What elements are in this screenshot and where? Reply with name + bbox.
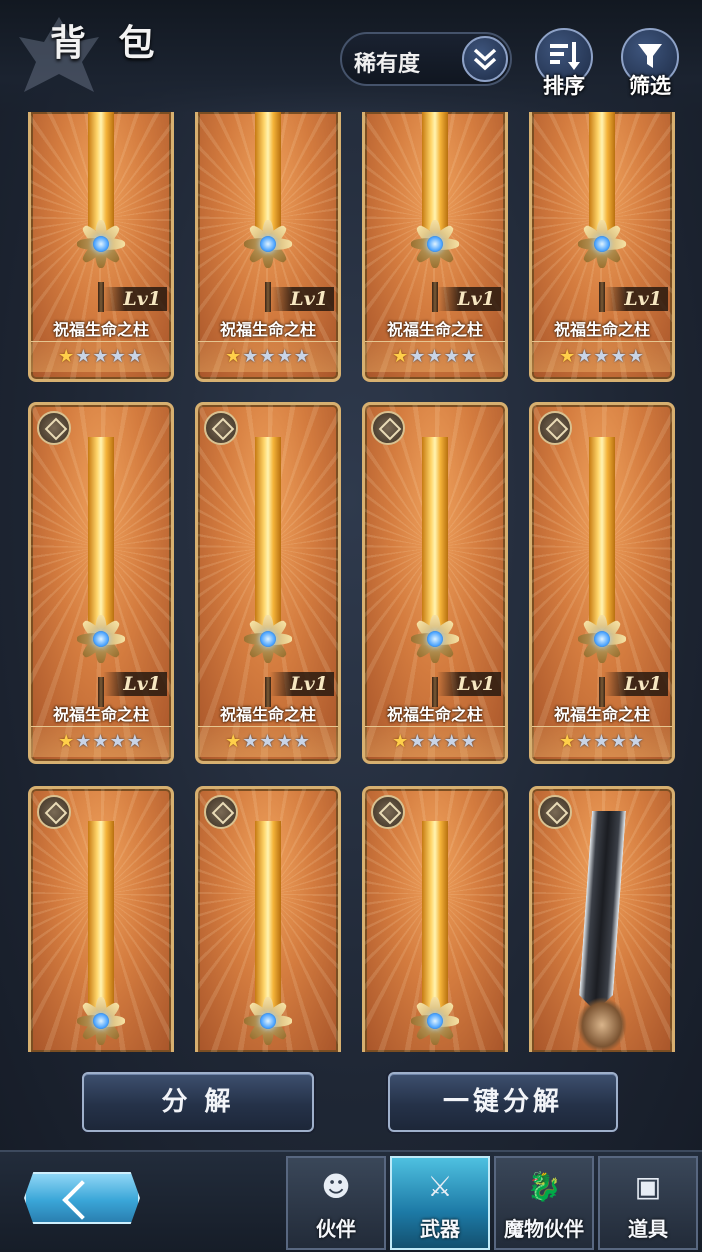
sword-hilt [226,202,310,286]
monster-icon: 🐉 [526,1170,562,1203]
weapon-type-icon [204,411,238,445]
sword-hilt [226,597,310,681]
weapon-card[interactable]: Lv1 祝福生命之柱 ★★★★★ [529,402,675,764]
weapon-card[interactable] [195,786,341,1052]
tab-label: 道具 [628,1217,668,1241]
partner-icon: ☻ [321,1170,351,1203]
weapon-type-icon [538,795,572,829]
weapon-card[interactable] [529,786,675,1052]
weapon-type-icon [371,411,405,445]
tab-label: 伙伴 [316,1217,356,1241]
inventory-grid[interactable]: Lv1 祝福生命之柱 ★★★★★ Lv1 祝福生命之柱 ★★★★★ Lv1 祝福… [0,112,702,1054]
star-rating: ★★★★★ [532,341,672,372]
weapon-name: 祝福生命之柱 [386,320,483,339]
weapon-card[interactable]: Lv1 祝福生命之柱 ★★★★★ [195,112,341,382]
weapon-name: 祝福生命之柱 [52,320,149,339]
weapon-type-icon [371,795,405,829]
level-label: Lv1 [103,287,167,311]
tab-weapon[interactable]: ⚔ 武器 [390,1156,490,1250]
decompose-all-button[interactable]: 一键分解 [388,1072,618,1132]
star-rating: ★★★★★ [198,726,338,757]
weapon-card[interactable]: Lv1 祝福生命之柱 ★★★★★ [28,112,174,382]
level-label: Lv1 [270,287,334,311]
star-rating: ★★★★★ [31,726,171,757]
level-label: Lv1 [437,672,501,696]
sword-hilt [59,597,143,681]
weapon-type-icon [204,795,238,829]
sword-hilt [393,202,477,286]
weapon-type-icon [37,411,71,445]
tab-monster-partner[interactable]: 🐉 魔物伙伴 [494,1156,594,1250]
filter-label[interactable]: 筛选 [615,70,685,100]
weapon-name: 祝福生命之柱 [553,705,650,724]
sword-hilt [560,202,644,286]
star-rating: ★★★★★ [365,341,505,372]
sort-label[interactable]: 排序 [529,70,599,100]
rarity-label: 稀有度 [354,52,421,77]
level-label: Lv1 [103,672,167,696]
weapon-card[interactable] [362,786,508,1052]
level-label: Lv1 [437,287,501,311]
star-rating: ★★★★★ [31,341,171,372]
level-label: Lv1 [604,672,668,696]
weapon-name: 祝福生命之柱 [219,320,316,339]
item-icon: ▣ [634,1170,662,1203]
chevron-down-icon[interactable] [462,36,508,82]
star-rating: ★★★★★ [365,726,505,757]
sword-hilt [59,979,143,1052]
weapon-card[interactable] [28,786,174,1052]
sword-hilt [393,979,477,1052]
header-bar: 背 包 稀有度 排序 筛选 [0,0,702,112]
star-rating: ★★★★★ [532,726,672,757]
weapon-card[interactable]: Lv1 祝福生命之柱 ★★★★★ [529,112,675,382]
weapon-card[interactable]: Lv1 祝福生命之柱 ★★★★★ [362,112,508,382]
sword-hilt [59,202,143,286]
level-label: Lv1 [604,287,668,311]
tab-items[interactable]: ▣ 道具 [598,1156,698,1250]
decompose-button[interactable]: 分 解 [82,1072,314,1132]
tab-label: 魔物伙伴 [504,1217,584,1241]
dark-sword-hilt [577,997,627,1052]
sword-hilt [560,597,644,681]
weapon-name: 祝福生命之柱 [386,705,483,724]
weapon-type-icon [538,411,572,445]
rarity-sort-dropdown[interactable]: 稀有度 [340,32,512,86]
tab-partner[interactable]: ☻ 伙伴 [286,1156,386,1250]
level-label: Lv1 [270,672,334,696]
weapon-name: 祝福生命之柱 [52,705,149,724]
page-title: 背 包 [50,23,165,64]
weapon-name: 祝福生命之柱 [219,705,316,724]
weapon-name: 祝福生命之柱 [553,320,650,339]
weapon-card[interactable]: Lv1 祝福生命之柱 ★★★★★ [28,402,174,764]
star-rating: ★★★★★ [198,341,338,372]
weapon-card[interactable]: Lv1 祝福生命之柱 ★★★★★ [362,402,508,764]
weapon-icon: ⚔ [427,1170,453,1203]
back-button[interactable] [24,1172,140,1224]
sword-hilt [393,597,477,681]
weapon-type-icon [37,795,71,829]
tab-label: 武器 [420,1217,460,1241]
sword-hilt [226,979,310,1052]
weapon-card[interactable]: Lv1 祝福生命之柱 ★★★★★ [195,402,341,764]
